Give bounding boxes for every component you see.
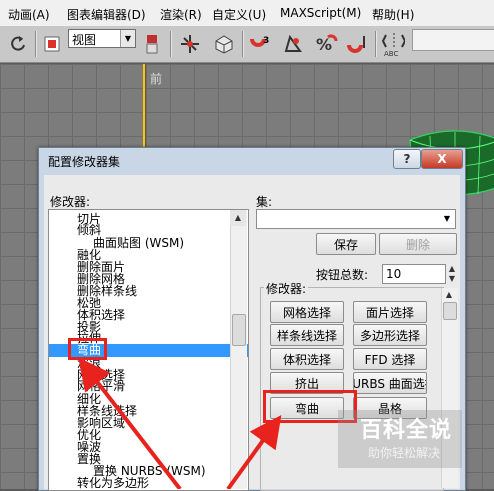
named-selection-field[interactable] (412, 29, 494, 51)
delete-button[interactable]: 删除 (379, 233, 457, 255)
toolbar-separator (242, 31, 244, 57)
svg-text:ABC: ABC (384, 50, 398, 57)
close-button[interactable]: X (421, 149, 463, 169)
total-buttons-value: 10 (386, 267, 402, 281)
chevron-down-icon: ▼ (443, 214, 451, 223)
modifiers-list-label: 修改器: (50, 195, 91, 209)
modifier-button-ffd-select[interactable]: FFD 选择 (353, 348, 427, 370)
sets-combobox[interactable]: ▼ (256, 209, 456, 229)
select-region-icon[interactable] (40, 32, 64, 56)
modifier-button-poly-select[interactable]: 多边形选择 (353, 324, 427, 346)
save-button[interactable]: 保存 (316, 233, 376, 255)
view-selector-value: 视图 (72, 33, 97, 47)
move-icon[interactable] (178, 32, 202, 56)
svg-text:%: % (316, 35, 332, 54)
modifier-buttons-group-label: 修改器: (264, 280, 309, 297)
help-button[interactable]: ? (393, 149, 421, 169)
angle-snap-icon[interactable] (282, 32, 306, 56)
dialog-title: 配置修改器集 (48, 155, 121, 169)
mirror-icon[interactable]: ABC (381, 32, 405, 57)
toolbar-separator (35, 31, 37, 57)
annotation-arrows (78, 357, 282, 489)
spinner-arrows-icon[interactable]: ▲ ▼ (446, 264, 458, 284)
menu-help[interactable]: 帮助(H) (372, 6, 414, 23)
view-selector-dropdown[interactable]: 视图 ▼ (68, 29, 136, 48)
toolbar-separator (375, 31, 377, 57)
percent-snap-icon[interactable]: % (314, 32, 338, 56)
menu-bar: 动画(A) 图表编辑器(D) 渲染(R) 自定义(U) MAXScript(M)… (0, 0, 494, 27)
scroll-up-icon[interactable]: ▲ (441, 288, 457, 302)
svg-text:3: 3 (263, 36, 269, 46)
chevron-down-icon: ▼ (120, 30, 135, 47)
menu-maxscript[interactable]: MAXScript(M) (280, 6, 361, 20)
total-buttons-label: 按钮总数: (316, 268, 369, 282)
menu-rendering[interactable]: 渲染(R) (160, 6, 202, 23)
watermark-subtitle: 助你轻松解决 (368, 446, 441, 460)
modifier-button-patch-select[interactable]: 面片选择 (353, 301, 427, 323)
menu-animation[interactable]: 动画(A) (8, 6, 50, 23)
modifier-button-mesh-select[interactable]: 网格选择 (270, 301, 344, 323)
scroll-up-icon[interactable]: ▲ (230, 210, 246, 226)
viewport-label[interactable]: 前 (150, 70, 162, 87)
list-item[interactable]: 倾斜 (77, 224, 101, 236)
paint-selection-icon[interactable] (140, 32, 164, 56)
watermark-title: 百科全说 (360, 418, 453, 443)
total-buttons-spinner[interactable]: 10 (382, 264, 446, 284)
sets-label: 集: (256, 195, 273, 209)
main-toolbar: 视图 ▼ 3 % ABC (0, 26, 494, 63)
snap-3d-icon[interactable]: 3 (248, 32, 272, 56)
modifier-button-nurbs-surface-select[interactable]: NURBS 曲面选择 (353, 372, 427, 394)
scrollbar-thumb[interactable] (443, 302, 457, 320)
list-item[interactable]: 曲面贴图 (WSM) (93, 237, 184, 249)
redo-icon[interactable] (6, 32, 30, 56)
menu-customize[interactable]: 自定义(U) (212, 6, 266, 23)
toolbar-separator (170, 31, 172, 57)
menu-graph-editors[interactable]: 图表编辑器(D) (67, 6, 146, 23)
spinner-snap-icon[interactable] (346, 32, 370, 56)
rotate-icon[interactable] (212, 32, 236, 56)
